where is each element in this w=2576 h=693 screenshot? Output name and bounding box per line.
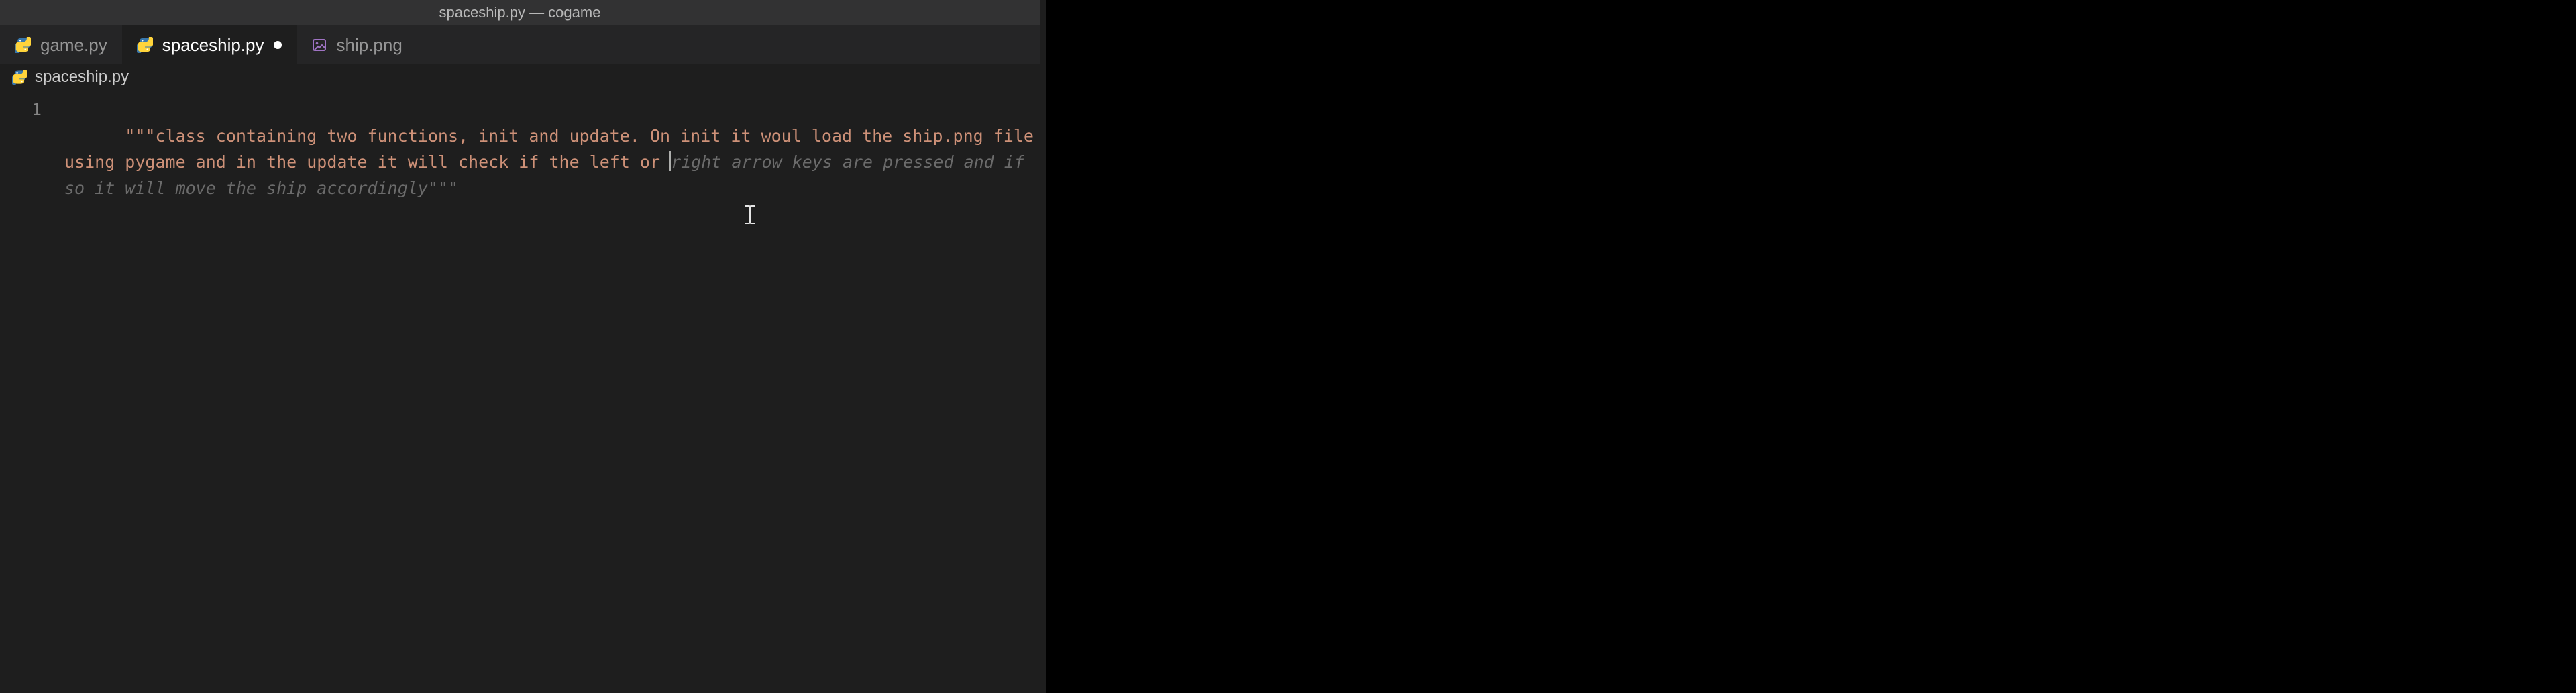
window-title: spaceship.py — cogame [439,4,601,21]
tab-label: game.py [40,35,107,56]
editor-area: 1 """class containing two functions, ini… [0,90,1040,227]
line-number-gutter: 1 [0,90,64,227]
tab-label: spaceship.py [162,35,264,56]
python-icon [15,37,31,53]
tab-ship-png[interactable]: ship.png [297,25,417,64]
tab-game-py[interactable]: game.py [0,25,122,64]
right-black-panel [1046,0,2576,693]
python-icon [12,70,27,85]
image-icon [311,37,327,53]
code-editor[interactable]: """class containing two functions, init … [64,90,1040,227]
breadcrumb[interactable]: spaceship.py [0,64,1040,90]
breadcrumb-file: spaceship.py [35,68,129,87]
tab-label: ship.png [337,35,402,56]
tab-bar: game.py spaceship.py ship.png [0,25,1040,64]
line-number: 1 [0,97,42,123]
dirty-indicator-icon [274,41,282,49]
window-titlebar: spaceship.py — cogame [0,0,1040,25]
python-icon [137,37,153,53]
tab-spaceship-py[interactable]: spaceship.py [122,25,297,64]
